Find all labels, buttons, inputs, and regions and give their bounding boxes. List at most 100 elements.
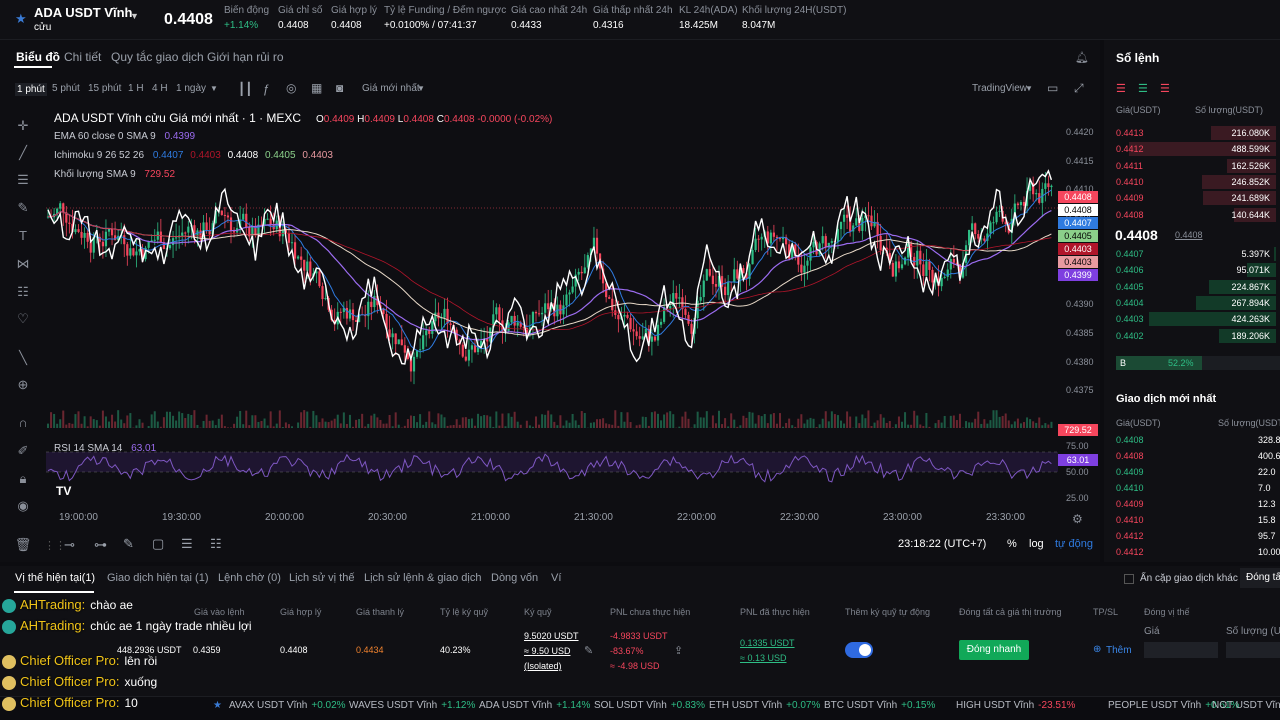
timeframe-3[interactable]: 1 H: [128, 83, 144, 94]
close-qty-input[interactable]: [1226, 642, 1280, 658]
provider-select[interactable]: TradingView: [972, 83, 1027, 94]
indicator-icon[interactable]: ƒ: [263, 82, 270, 96]
text-icon[interactable]: T: [13, 228, 33, 244]
volume-bar: [803, 423, 806, 428]
candle-type-icon[interactable]: ┃┃: [238, 82, 252, 96]
ob-both-icon[interactable]: ☰: [1116, 82, 1126, 95]
zoom-icon[interactable]: ⊕: [13, 377, 33, 393]
favorite-star-icon[interactable]: ★: [15, 11, 27, 27]
pattern-icon[interactable]: ⋈: [13, 256, 33, 272]
margin-usdt[interactable]: 9.5020 USDT: [524, 631, 579, 641]
symbol-name[interactable]: ADA USDT Vĩnh: [34, 5, 132, 20]
brush-icon[interactable]: ✎: [13, 200, 33, 216]
ticker-item[interactable]: HIGH USDT Vĩnh -23.51%: [956, 700, 1075, 711]
heart-icon[interactable]: ♡: [13, 311, 33, 327]
drag-handle-icon[interactable]: ⋮⋮: [44, 539, 66, 552]
ask-row[interactable]: 0.4413 216.080K: [1110, 125, 1280, 141]
position-tab-1[interactable]: Giao dịch hiện tại (1): [107, 572, 209, 584]
log-toggle[interactable]: log: [1029, 538, 1044, 550]
chevron-down-icon[interactable]: ▼: [210, 84, 218, 93]
chevron-down-icon[interactable]: ▼: [130, 11, 139, 21]
bid-row[interactable]: 0.4407 5.397K: [1110, 246, 1280, 262]
rectangle-icon[interactable]: ▢: [152, 536, 164, 552]
favorite-star-icon[interactable]: ★: [213, 700, 222, 711]
ticker-item[interactable]: ADA USDT Vĩnh +1.14%: [479, 700, 590, 711]
magnet-icon[interactable]: ∩: [13, 415, 33, 431]
bid-row[interactable]: 0.4404 267.894K: [1110, 295, 1280, 311]
crosshair-icon[interactable]: ✛: [13, 118, 33, 134]
hide-other-checkbox[interactable]: [1124, 574, 1134, 584]
auto-toggle[interactable]: tự động: [1055, 538, 1093, 550]
settings-icon[interactable]: ⚙: [1072, 512, 1083, 526]
share-icon[interactable]: ⇪: [674, 644, 683, 657]
ruler-icon[interactable]: ╲: [13, 350, 33, 366]
timeframe-4[interactable]: 4 H: [152, 83, 168, 94]
percent-toggle[interactable]: %: [1007, 538, 1017, 550]
hline-icon[interactable]: ⊸: [64, 537, 75, 553]
bid-row[interactable]: 0.4402 189.206K: [1110, 328, 1280, 344]
close-all-button[interactable]: Đóng tấ: [1240, 568, 1280, 588]
ticker-item[interactable]: ETH USDT Vĩnh +0.07%: [709, 700, 820, 711]
camera-icon[interactable]: ◙: [336, 81, 343, 95]
position-tab-3[interactable]: Lịch sử vị thế: [289, 572, 354, 584]
eye-icon[interactable]: ◉: [13, 498, 33, 514]
volume-bar: [742, 415, 745, 428]
ticker-item[interactable]: SOL USDT Vĩnh +0.83%: [594, 700, 705, 711]
volume-bar: [1044, 423, 1047, 428]
ask-row[interactable]: 0.4411 162.526K: [1110, 158, 1280, 174]
auto-margin-toggle[interactable]: [845, 642, 873, 658]
ask-row[interactable]: 0.4409 241.689K: [1110, 190, 1280, 206]
ask-row[interactable]: 0.4408 140.644K: [1110, 207, 1280, 223]
tab-chart-1[interactable]: Chi tiết: [64, 50, 101, 64]
channel-icon[interactable]: ☷: [210, 536, 222, 552]
chevron-down-icon[interactable]: ▼: [1025, 84, 1033, 93]
ticker-item[interactable]: AVAX USDT Vĩnh +0.02%: [229, 700, 346, 711]
ticker-item[interactable]: BTC USDT Vĩnh +0.15%: [824, 700, 935, 711]
close-price-input[interactable]: [1144, 642, 1218, 658]
timeframe-1[interactable]: 5 phút: [52, 83, 80, 94]
fullscreen-icon[interactable]: ⤢: [1074, 81, 1084, 96]
globe-icon[interactable]: ◎: [286, 81, 296, 95]
tab-chart-3[interactable]: Giới hạn rủi ro: [207, 50, 284, 64]
position-tab-6[interactable]: Ví: [551, 572, 561, 584]
tab-chart-0[interactable]: Biểu đồ: [16, 50, 60, 64]
timeframe-5[interactable]: 1 ngày: [176, 83, 206, 94]
fib-icon[interactable]: ☰: [181, 536, 193, 552]
price-type-select[interactable]: Giá mới nhất: [362, 83, 420, 94]
ticker-item[interactable]: NOT USDT Vĩnh: [1212, 700, 1280, 711]
position-tab-2[interactable]: Lệnh chờ (0): [218, 572, 281, 584]
ticker-item[interactable]: WAVES USDT Vĩnh +1.12%: [349, 700, 475, 711]
measure-icon[interactable]: ☷: [13, 284, 33, 300]
ob-asks-icon[interactable]: ☰: [1160, 82, 1170, 95]
timeframe-2[interactable]: 15 phút: [88, 83, 121, 94]
bid-row[interactable]: 0.4405 224.867K: [1110, 279, 1280, 295]
bid-row[interactable]: 0.4406 95.071K: [1110, 262, 1280, 278]
ob-bids-icon[interactable]: ☰: [1138, 82, 1148, 95]
ray-icon[interactable]: ⊶: [94, 537, 107, 553]
add-tpsl-link[interactable]: Thêm: [1106, 645, 1132, 656]
rsi-panel[interactable]: [46, 440, 1058, 500]
quick-close-button[interactable]: Đóng nhanh: [959, 640, 1029, 660]
position-tab-5[interactable]: Dòng vốn: [491, 572, 538, 584]
timeframe-0[interactable]: 1 phút: [15, 83, 47, 96]
low-value: 0.4408: [403, 114, 434, 125]
trendline-icon[interactable]: ╱: [13, 145, 33, 161]
volume-bar: [864, 418, 867, 428]
tab-chart-2[interactable]: Quy tắc giao dịch: [111, 50, 204, 64]
window-icon[interactable]: ▭: [1047, 81, 1058, 95]
position-tab-4[interactable]: Lịch sử lệnh & giao dịch: [364, 572, 481, 584]
lines-icon[interactable]: ☰: [13, 172, 33, 188]
position-tab-0[interactable]: Vị thế hiện tại(1): [15, 572, 95, 584]
edit-margin-icon[interactable]: ✎: [584, 644, 593, 657]
ask-row[interactable]: 0.4412 488.599K: [1110, 141, 1280, 157]
add-tpsl-icon[interactable]: ⊕: [1093, 644, 1101, 655]
ask-row[interactable]: 0.4410 246.852K: [1110, 174, 1280, 190]
lock-icon[interactable]: 🔒︎: [13, 471, 33, 487]
chevron-down-icon[interactable]: ▼: [417, 84, 425, 93]
bid-row[interactable]: 0.4403 424.263K: [1110, 311, 1280, 327]
bell-icon[interactable]: 🔔︎: [1075, 51, 1089, 64]
trash-icon[interactable]: 🗑︎: [13, 537, 33, 553]
pencil-lock-icon[interactable]: ✐: [13, 443, 33, 459]
pen-icon[interactable]: ✎: [123, 536, 134, 552]
layout-icon[interactable]: ▦: [311, 81, 322, 95]
